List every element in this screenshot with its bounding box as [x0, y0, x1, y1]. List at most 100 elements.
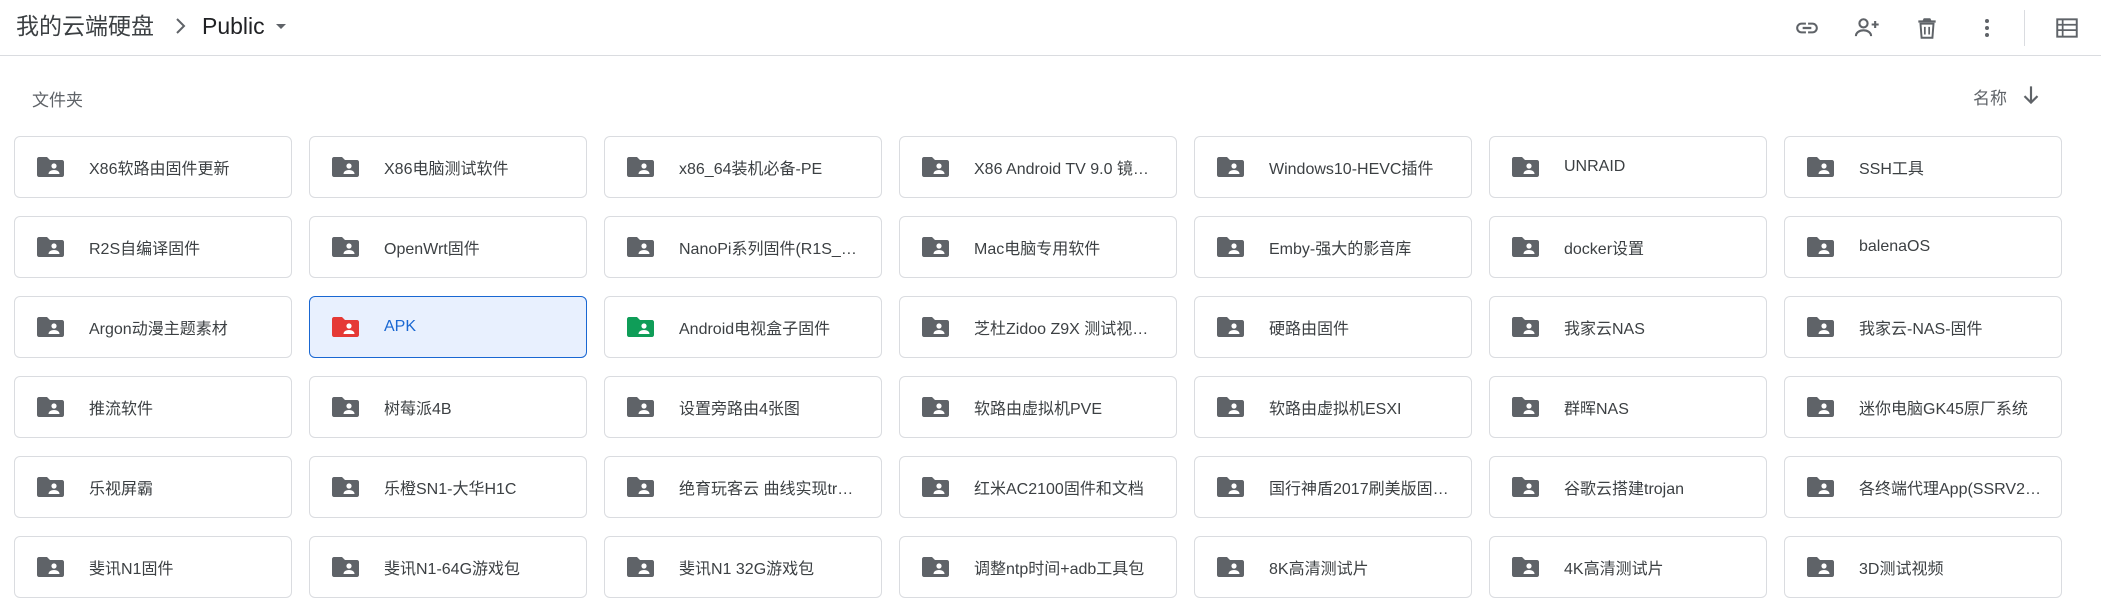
folder-tile[interactable]: SSH工具	[1784, 136, 2062, 198]
folder-tile[interactable]: 硬路由固件	[1194, 296, 1472, 358]
folder-tile[interactable]: Mac电脑专用软件	[899, 216, 1177, 278]
folder-name: 硬路由固件	[1269, 321, 1350, 338]
folder-name: X86软路由固件更新	[89, 161, 230, 178]
folder-tile[interactable]: 斐讯N1-64G游戏包	[309, 536, 587, 598]
folder-tile[interactable]: X86电脑测试软件	[309, 136, 587, 198]
shared-folder-icon	[1217, 397, 1244, 417]
folder-tile[interactable]: Windows10-HEVC插件	[1194, 136, 1472, 198]
folder-name: X86 Android TV 9.0 镜像…	[974, 161, 1162, 178]
folder-tile[interactable]: x86_64装机必备-PE	[604, 136, 882, 198]
folder-tile[interactable]: 推流软件	[14, 376, 292, 438]
shared-folder-icon	[332, 557, 359, 577]
folder-name: OpenWrt固件	[384, 241, 480, 258]
folder-tile[interactable]: 软路由虚拟机PVE	[899, 376, 1177, 438]
arrow-down-icon[interactable]	[2018, 82, 2044, 108]
shared-folder-icon	[37, 477, 64, 497]
folder-tile[interactable]: docker设置	[1489, 216, 1767, 278]
folder-tile[interactable]: X86 Android TV 9.0 镜像…	[899, 136, 1177, 198]
folder-tile[interactable]: 芝杜Zidoo Z9X 测试视频…	[899, 296, 1177, 358]
folder-tile[interactable]: 我家云-NAS-固件	[1784, 296, 2062, 358]
folder-name: 斐讯N1固件	[89, 561, 174, 578]
folder-tile[interactable]: 8K高清测试片	[1194, 536, 1472, 598]
folder-tile[interactable]: Emby-强大的影音库	[1194, 216, 1472, 278]
folder-name: 各终端代理App(SSRV2R…	[1859, 481, 2047, 498]
folder-tile[interactable]: 国行神盾2017刷美版固…	[1194, 456, 1472, 518]
folder-tile[interactable]: R2S自编译固件	[14, 216, 292, 278]
folder-tile[interactable]: 各终端代理App(SSRV2R…	[1784, 456, 2062, 518]
folder-name: 软路由虚拟机PVE	[974, 401, 1103, 418]
folder-tile[interactable]: 3D测试视频	[1784, 536, 2062, 598]
folder-name: 树莓派4B	[384, 401, 452, 418]
folder-tile[interactable]: UNRAID	[1489, 136, 1767, 198]
folder-tile[interactable]: 我家云NAS	[1489, 296, 1767, 358]
folder-tile[interactable]: 乐橙SN1-大华H1C	[309, 456, 587, 518]
folder-tile[interactable]: 绝育玩客云 曲线实现tr下…	[604, 456, 882, 518]
trash-icon	[1918, 18, 1936, 39]
folder-tile[interactable]: balenaOS	[1784, 216, 2062, 278]
shared-folder-icon	[1807, 477, 1834, 497]
folder-name: APK	[384, 318, 417, 335]
shared-folder-icon	[1512, 557, 1539, 577]
folder-tile[interactable]: 红米AC2100固件和文档	[899, 456, 1177, 518]
folder-tile[interactable]: 迷你电脑GK45原厂系统	[1784, 376, 2062, 438]
shared-folder-icon	[1217, 237, 1244, 257]
folder-tile[interactable]: 斐讯N1 32G游戏包	[604, 536, 882, 598]
folder-tile[interactable]: 软路由虚拟机ESXI	[1194, 376, 1472, 438]
folder-tile[interactable]: 乐视屏霸	[14, 456, 292, 518]
folder-name: 我家云NAS	[1564, 321, 1645, 338]
shared-folder-icon	[627, 477, 654, 497]
folder-name: 4K高清测试片	[1564, 561, 1664, 578]
list-view-button[interactable]	[2047, 8, 2087, 48]
folder-name: Mac电脑专用软件	[974, 241, 1101, 258]
folder-name: 芝杜Zidoo Z9X 测试视频…	[974, 321, 1162, 338]
folder-tile[interactable]: APK	[309, 296, 587, 358]
folder-tile[interactable]: OpenWrt固件	[309, 216, 587, 278]
breadcrumb-current[interactable]: Public	[202, 8, 265, 44]
folder-name: 国行神盾2017刷美版固…	[1269, 481, 1449, 498]
shared-folder-icon	[37, 157, 64, 177]
share-button[interactable]	[1847, 8, 1887, 48]
folder-tile[interactable]: X86软路由固件更新	[14, 136, 292, 198]
shared-folder-icon	[1807, 557, 1834, 577]
folder-name: UNRAID	[1564, 158, 1626, 175]
shared-folder-icon	[922, 317, 949, 337]
sort-by-name-button[interactable]: 名称	[1973, 84, 2007, 109]
shared-folder-icon	[1807, 317, 1834, 337]
shared-folder-icon	[37, 317, 64, 337]
folder-name: 红米AC2100固件和文档	[974, 481, 1144, 498]
folder-name: Argon动漫主题素材	[89, 321, 228, 338]
folder-name: 软路由虚拟机ESXI	[1269, 401, 1402, 418]
caret-down-icon[interactable]	[272, 17, 290, 35]
shared-folder-icon	[1512, 477, 1539, 497]
share-person-add-icon	[1854, 18, 1879, 37]
folder-tile[interactable]: 调整ntp时间+adb工具包	[899, 536, 1177, 598]
folder-tile[interactable]: Android电视盒子固件	[604, 296, 882, 358]
folder-tile[interactable]: 斐讯N1固件	[14, 536, 292, 598]
shared-folder-icon	[332, 157, 359, 177]
shared-folder-icon	[627, 557, 654, 577]
shared-folder-icon	[1512, 237, 1539, 257]
delete-button[interactable]	[1907, 8, 1947, 48]
folder-tile[interactable]: 谷歌云搭建trojan	[1489, 456, 1767, 518]
folder-tile[interactable]: 设置旁路由4张图	[604, 376, 882, 438]
shared-folder-icon	[37, 237, 64, 257]
more-vert-icon	[1985, 19, 1989, 37]
shared-folder-icon	[1217, 157, 1244, 177]
breadcrumb-root[interactable]: 我的云端硬盘	[16, 8, 154, 44]
folder-tile[interactable]: NanoPi系列固件(R1S_R…	[604, 216, 882, 278]
folder-name: 谷歌云搭建trojan	[1564, 481, 1685, 498]
more-actions-button[interactable]	[1967, 8, 2007, 48]
shared-folder-icon	[37, 397, 64, 417]
get-link-button[interactable]	[1787, 8, 1827, 48]
shared-folder-icon	[37, 557, 64, 577]
folder-name: Windows10-HEVC插件	[1269, 161, 1434, 178]
folder-tile[interactable]: 4K高清测试片	[1489, 536, 1767, 598]
toolbar-divider	[2024, 10, 2025, 46]
folder-tile[interactable]: 群晖NAS	[1489, 376, 1767, 438]
folder-name: R2S自编译固件	[89, 241, 201, 258]
folder-name: 群晖NAS	[1564, 401, 1629, 418]
shared-folder-icon	[1807, 237, 1834, 257]
shared-folder-icon	[1512, 157, 1539, 177]
folder-tile[interactable]: 树莓派4B	[309, 376, 587, 438]
folder-tile[interactable]: Argon动漫主题素材	[14, 296, 292, 358]
